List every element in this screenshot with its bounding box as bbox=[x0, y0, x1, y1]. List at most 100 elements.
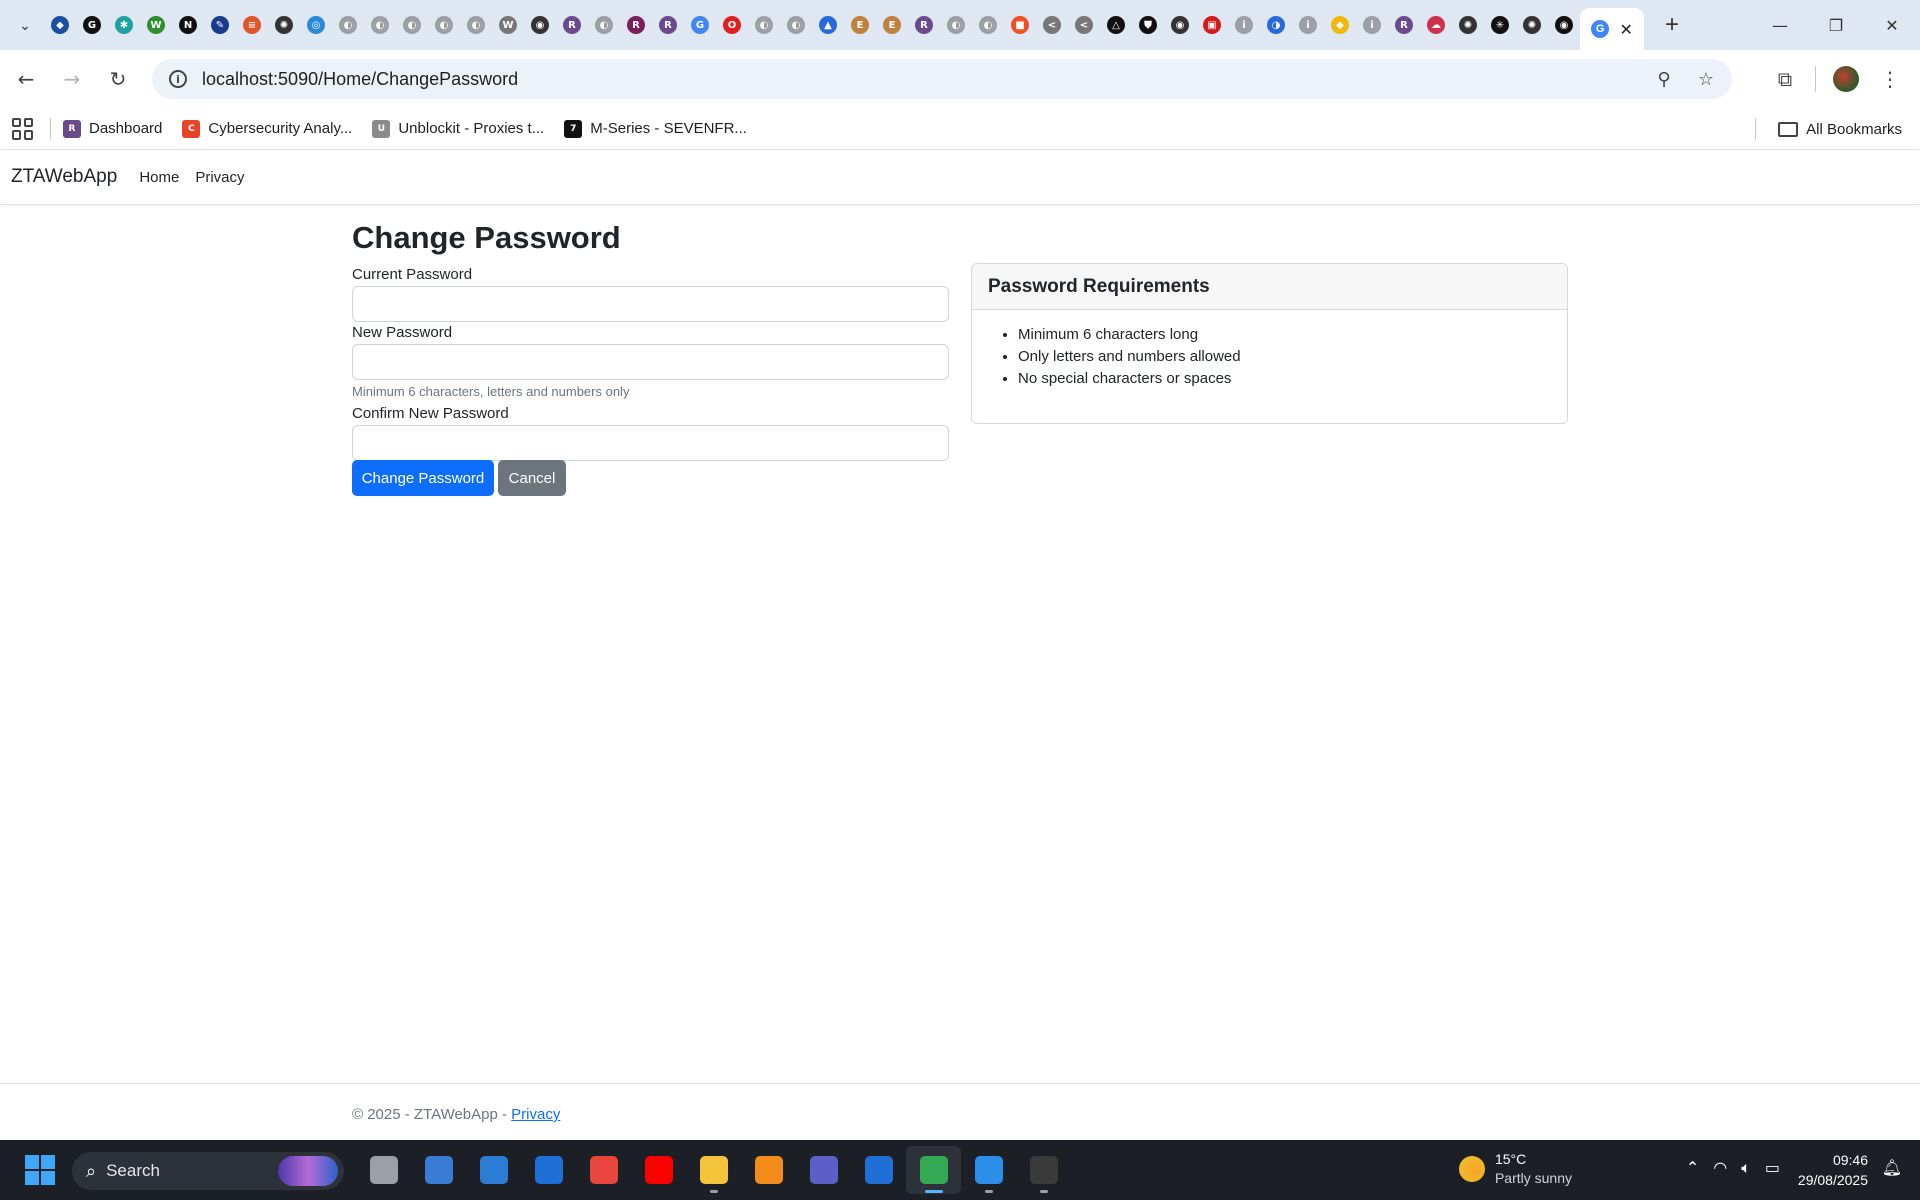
minimize-icon[interactable]: — bbox=[1752, 0, 1808, 50]
bookmark-item[interactable]: C Cybersecurity Analy... bbox=[182, 119, 352, 138]
pinned-tab[interactable]: ◐ bbox=[940, 0, 972, 50]
pinned-tab[interactable]: △ bbox=[1100, 0, 1132, 50]
change-password-button[interactable]: Change Password bbox=[352, 460, 494, 496]
pinned-tab[interactable]: R bbox=[1388, 0, 1420, 50]
wifi-icon[interactable]: ◠ bbox=[1713, 1158, 1727, 1178]
pinned-tab[interactable]: i bbox=[1292, 0, 1324, 50]
profile-avatar[interactable] bbox=[1824, 57, 1868, 101]
pinned-tab[interactable]: ◐ bbox=[748, 0, 780, 50]
pinned-tab[interactable]: G bbox=[684, 0, 716, 50]
pinned-tab[interactable]: W bbox=[492, 0, 524, 50]
taskbar-app[interactable] bbox=[356, 1146, 411, 1194]
pinned-tab[interactable]: ◉ bbox=[524, 0, 556, 50]
zoom-icon[interactable]: ⚲ bbox=[1648, 63, 1680, 95]
all-bookmarks-button[interactable]: All Bookmarks bbox=[1778, 108, 1902, 150]
pinned-tab[interactable]: R bbox=[908, 0, 940, 50]
pinned-tab[interactable]: ◐ bbox=[780, 0, 812, 50]
pinned-tab[interactable]: ⛊ bbox=[1132, 0, 1164, 50]
taskbar-app[interactable] bbox=[851, 1146, 906, 1194]
bookmark-item[interactable]: R Dashboard bbox=[63, 119, 162, 138]
pinned-tab[interactable]: ◐ bbox=[460, 0, 492, 50]
windows-start-icon[interactable] bbox=[25, 1155, 55, 1185]
volume-icon[interactable]: 🔈︎ bbox=[1741, 1158, 1751, 1178]
footer-privacy-link[interactable]: Privacy bbox=[511, 1106, 560, 1123]
pinned-tab[interactable]: R bbox=[620, 0, 652, 50]
taskbar-app[interactable] bbox=[961, 1146, 1016, 1194]
battery-icon[interactable]: ▭ bbox=[1765, 1158, 1780, 1178]
pinned-tab[interactable]: R bbox=[652, 0, 684, 50]
app-brand[interactable]: ZTAWebApp bbox=[11, 166, 117, 188]
taskbar-app[interactable] bbox=[741, 1146, 796, 1194]
pinned-tab[interactable]: N bbox=[172, 0, 204, 50]
pinned-tab[interactable]: < bbox=[1068, 0, 1100, 50]
pinned-tab[interactable]: W bbox=[140, 0, 172, 50]
taskbar-app[interactable] bbox=[1016, 1146, 1071, 1194]
reload-icon[interactable]: ↻ bbox=[98, 59, 138, 99]
url-text[interactable]: localhost:5090/Home/ChangePassword bbox=[202, 69, 518, 90]
address-bar[interactable]: i localhost:5090/Home/ChangePassword ⚲ ☆ bbox=[152, 59, 1732, 99]
pinned-tab[interactable]: ✎ bbox=[204, 0, 236, 50]
cancel-button[interactable]: Cancel bbox=[498, 460, 566, 496]
pinned-tab[interactable]: ◐ bbox=[588, 0, 620, 50]
taskbar-app[interactable] bbox=[796, 1146, 851, 1194]
site-info-icon[interactable]: i bbox=[160, 70, 196, 88]
bookmark-item[interactable]: 7 M-Series - SEVENFR... bbox=[564, 119, 747, 138]
current-password-input[interactable] bbox=[352, 286, 949, 322]
active-tab[interactable]: G ✕ bbox=[1580, 8, 1644, 50]
pinned-tab[interactable]: ◆ bbox=[1324, 0, 1356, 50]
pinned-tab[interactable]: ◐ bbox=[332, 0, 364, 50]
nav-link-privacy[interactable]: Privacy bbox=[195, 169, 244, 186]
taskbar-app[interactable] bbox=[466, 1146, 521, 1194]
taskbar-app[interactable] bbox=[631, 1146, 686, 1194]
pinned-tab[interactable]: ▣ bbox=[1196, 0, 1228, 50]
pinned-tab[interactable]: ◉ bbox=[1548, 0, 1580, 50]
pinned-tab[interactable]: ✳ bbox=[1484, 0, 1516, 50]
taskbar-search[interactable]: ⌕ Search bbox=[72, 1152, 344, 1190]
new-tab-button[interactable]: + bbox=[1652, 5, 1692, 45]
clock[interactable]: 09:46 29/08/2025 bbox=[1798, 1150, 1868, 1190]
pinned-tab[interactable]: < bbox=[1036, 0, 1068, 50]
weather-widget[interactable]: 15°C Partly sunny bbox=[1458, 1150, 1572, 1188]
confirm-password-input[interactable] bbox=[352, 425, 949, 461]
pinned-tab[interactable]: ✺ bbox=[1452, 0, 1484, 50]
pinned-tab[interactable]: G bbox=[76, 0, 108, 50]
pinned-tab[interactable]: E bbox=[876, 0, 908, 50]
pinned-tab[interactable]: ✺ bbox=[268, 0, 300, 50]
close-tab-icon[interactable]: ✕ bbox=[1619, 20, 1632, 39]
taskbar-app[interactable] bbox=[906, 1146, 961, 1194]
pinned-tab[interactable]: ◐ bbox=[396, 0, 428, 50]
pinned-tab[interactable]: E bbox=[844, 0, 876, 50]
pinned-tab[interactable]: ☁ bbox=[1420, 0, 1452, 50]
pinned-tab[interactable]: ◐ bbox=[972, 0, 1004, 50]
pinned-tab[interactable]: ◑ bbox=[1260, 0, 1292, 50]
pinned-tab[interactable]: ◎ bbox=[300, 0, 332, 50]
tab-search-chevron-icon[interactable]: ⌄ bbox=[8, 8, 42, 42]
pinned-tab[interactable]: O bbox=[716, 0, 748, 50]
extensions-puzzle-icon[interactable]: ⧉ bbox=[1763, 57, 1807, 101]
pinned-tab[interactable]: i bbox=[1356, 0, 1388, 50]
bookmark-item[interactable]: U Unblockit - Proxies t... bbox=[372, 119, 544, 138]
nav-link-home[interactable]: Home bbox=[139, 169, 179, 186]
pinned-tab[interactable]: R bbox=[556, 0, 588, 50]
new-password-input[interactable] bbox=[352, 344, 949, 380]
forward-arrow-icon[interactable]: → bbox=[52, 59, 92, 99]
close-window-icon[interactable]: ✕ bbox=[1864, 0, 1920, 50]
chevron-up-icon[interactable]: ⌃ bbox=[1686, 1158, 1699, 1178]
taskbar-app[interactable] bbox=[521, 1146, 576, 1194]
browser-menu-icon[interactable]: ⋮ bbox=[1868, 57, 1912, 101]
back-arrow-icon[interactable]: ← bbox=[6, 59, 46, 99]
pinned-tab[interactable]: ◐ bbox=[364, 0, 396, 50]
pinned-tab[interactable]: ▲ bbox=[812, 0, 844, 50]
restore-icon[interactable]: ❐ bbox=[1808, 0, 1864, 50]
apps-grid-icon[interactable] bbox=[10, 116, 36, 142]
pinned-tab[interactable]: ■ bbox=[1004, 0, 1036, 50]
pinned-tab[interactable]: ◆ bbox=[44, 0, 76, 50]
pinned-tab[interactable]: ≡ bbox=[236, 0, 268, 50]
taskbar-app[interactable] bbox=[686, 1146, 741, 1194]
pinned-tab[interactable]: ✺ bbox=[1516, 0, 1548, 50]
notification-bell-icon[interactable]: 🔔︎ bbox=[1882, 1158, 1902, 1177]
taskbar-app[interactable] bbox=[576, 1146, 631, 1194]
pinned-tab[interactable]: ◉ bbox=[1164, 0, 1196, 50]
pinned-tab[interactable]: ✱ bbox=[108, 0, 140, 50]
taskbar-app[interactable] bbox=[411, 1146, 466, 1194]
